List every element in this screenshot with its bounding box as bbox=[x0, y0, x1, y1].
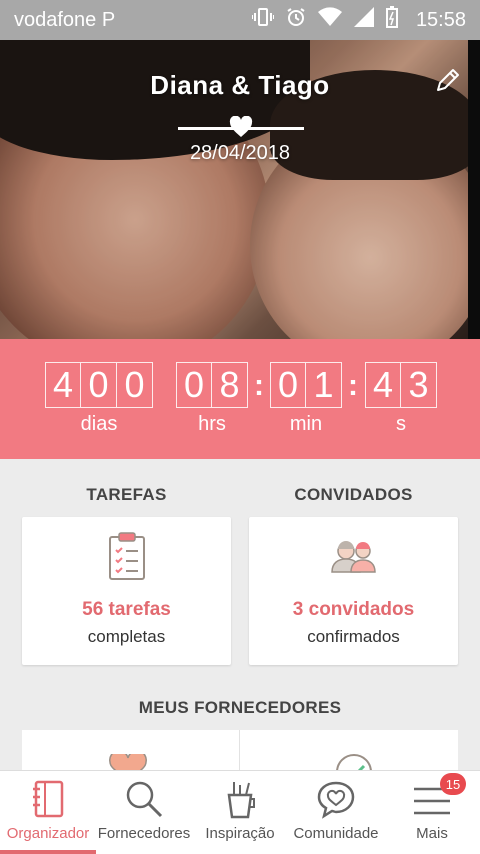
couple-names: Diana & Tiago bbox=[150, 70, 330, 100]
countdown-digit: 0 bbox=[270, 362, 306, 408]
tasks-count: 56 tarefas bbox=[82, 599, 171, 620]
pencil-icon bbox=[437, 69, 459, 91]
nav-organizador[interactable]: Organizador bbox=[0, 771, 96, 854]
countdown-digit: 8 bbox=[212, 362, 248, 408]
nav-comunidade[interactable]: Comunidade bbox=[288, 771, 384, 854]
tasks-description: completas bbox=[87, 627, 166, 646]
battery-icon bbox=[385, 6, 398, 34]
inspiration-cup-icon bbox=[227, 782, 255, 819]
wedding-date: 28/04/2018 bbox=[189, 142, 291, 164]
vendors-title: MEUS FORNECEDORES bbox=[138, 698, 342, 717]
couple-photo: Diana & Tiago 28/04/2018 bbox=[0, 40, 480, 339]
nav-label: Organizador bbox=[6, 825, 90, 842]
guests-title: CONVIDADOS bbox=[294, 485, 413, 504]
heart-divider bbox=[178, 116, 304, 140]
carrier-name: vodafone P bbox=[14, 8, 116, 31]
notebook-icon bbox=[33, 780, 64, 818]
nav-inspiracao[interactable]: Inspiração bbox=[192, 771, 288, 854]
countdown-seconds: 4 3 bbox=[365, 362, 437, 408]
nav-label: Comunidade bbox=[293, 825, 379, 842]
status-icons: 15:58 bbox=[250, 6, 466, 34]
countdown-digit: 0 bbox=[117, 362, 153, 408]
edit-button[interactable] bbox=[434, 66, 462, 94]
countdown-digit: 1 bbox=[306, 362, 342, 408]
notification-badge: 15 bbox=[440, 773, 466, 795]
signal-icon bbox=[353, 7, 374, 33]
countdown-colon: : bbox=[348, 369, 358, 402]
heart-icon bbox=[229, 116, 253, 137]
guests-icon bbox=[329, 539, 379, 578]
countdown-panel: 4 0 0 0 8 : 0 1 : 4 3 dias hrs min s bbox=[0, 339, 480, 459]
alarm-icon bbox=[286, 7, 306, 33]
nav-mais[interactable]: 15 Mais bbox=[384, 771, 480, 854]
status-bar: vodafone P 15:58 bbox=[0, 0, 480, 40]
countdown-label-days: dias bbox=[80, 413, 118, 435]
nav-label: Inspiração bbox=[205, 825, 275, 842]
countdown-digit: 4 bbox=[365, 362, 401, 408]
countdown-minutes: 0 1 bbox=[270, 362, 342, 408]
countdown-digit: 0 bbox=[176, 362, 212, 408]
countdown-hours: 0 8 bbox=[176, 362, 248, 408]
countdown-digit: 3 bbox=[401, 362, 437, 408]
search-icon bbox=[126, 781, 163, 818]
nav-label: Fornecedores bbox=[97, 825, 191, 842]
countdown-label-seconds: s bbox=[396, 413, 406, 435]
nav-label: Mais bbox=[416, 825, 448, 842]
wifi-icon bbox=[317, 7, 342, 33]
clock-time: 15:58 bbox=[415, 8, 466, 31]
countdown-digit: 0 bbox=[81, 362, 117, 408]
tasks-card[interactable]: 56 tarefas completas bbox=[22, 517, 231, 665]
countdown-digit: 4 bbox=[45, 362, 81, 408]
countdown-label-hours: hrs bbox=[198, 413, 226, 435]
countdown-colon: : bbox=[254, 369, 264, 402]
guests-count: 3 convidados bbox=[292, 599, 415, 620]
countdown-label-minutes: min bbox=[289, 413, 323, 435]
guests-description: confirmados bbox=[307, 627, 400, 646]
clipboard-icon bbox=[107, 531, 147, 586]
countdown-days: 4 0 0 bbox=[45, 362, 153, 408]
tasks-title: TAREFAS bbox=[86, 485, 167, 504]
guests-card[interactable]: 3 convidados confirmados bbox=[249, 517, 458, 665]
chat-heart-icon bbox=[317, 781, 355, 819]
nav-fornecedores[interactable]: Fornecedores bbox=[96, 771, 192, 854]
vibrate-icon bbox=[250, 7, 275, 33]
bottom-navigation: Organizador Fornecedores Inspiração Comu… bbox=[0, 770, 480, 854]
active-indicator bbox=[0, 850, 96, 854]
